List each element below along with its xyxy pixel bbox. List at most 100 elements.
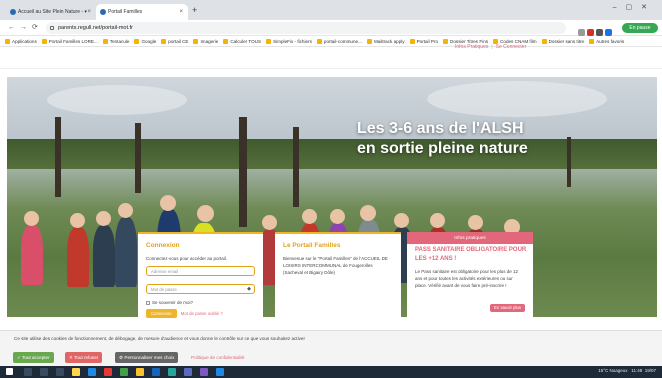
child-figure [93, 225, 115, 287]
bookmark-item[interactable]: Imagerie [193, 36, 218, 46]
browser-tab[interactable]: Accueil au Site Plein Nature - ▾ × [6, 4, 96, 20]
child-head [468, 215, 483, 230]
portail-desc: Bienvenue sur le "Portail Familles" de l… [283, 256, 388, 275]
windows-taskbar: 15°C Nuageux 11:48 19/07 [0, 366, 662, 378]
app-icon[interactable] [56, 368, 64, 376]
profile-pause-button[interactable]: En pause [622, 23, 658, 33]
app-icon[interactable] [88, 368, 96, 376]
lock-icon [50, 26, 54, 30]
child-head [262, 215, 277, 230]
clock-date: 19/07 [644, 368, 656, 373]
portail-card: Le Portail Familles Bienvenue sur le "Po… [275, 232, 401, 332]
start-icon[interactable] [6, 368, 13, 375]
app-icon[interactable] [104, 368, 112, 376]
app-icon[interactable] [200, 368, 208, 376]
accept-all-button[interactable]: ✓ Tout accepter [13, 352, 54, 363]
fence-post [567, 137, 571, 187]
close-tab-icon[interactable]: × [87, 4, 91, 20]
bookmark-item[interactable]: Portail Pro [410, 36, 438, 46]
child-figure [115, 217, 137, 287]
bookmark-item[interactable]: Calculer TOUS [223, 36, 261, 46]
cloud [427, 81, 607, 117]
web-page: Infos Pratiques | Se Connecter Les 3-6 a… [0, 44, 662, 378]
task-view-icon[interactable] [40, 368, 48, 376]
bookmark-item[interactable]: portail CE [161, 36, 188, 46]
search-icon[interactable] [24, 368, 32, 376]
child-head [118, 203, 133, 218]
chrome-icon[interactable] [136, 368, 144, 376]
hero-title: Les 3-6 ans de l'ALSH en sortie pleine n… [357, 119, 528, 159]
nav-buttons[interactable]: ←→⟳ [8, 23, 43, 31]
customize-button[interactable]: ⚙ Personnaliser mes choix [115, 352, 179, 363]
bookmark-item[interactable]: SimpleFix - fichiers [266, 36, 312, 46]
privacy-policy-link[interactable]: Politique de confidentialité [191, 355, 244, 360]
bookmark-item[interactable]: Mailtrack apply [367, 36, 405, 46]
remember-checkbox[interactable] [146, 301, 150, 305]
child-head [330, 209, 345, 224]
more-button[interactable]: En savoir plus [490, 304, 525, 312]
close-tab-icon[interactable]: × [179, 4, 183, 20]
connexion-title: Connexion [146, 242, 180, 249]
forgot-password-link[interactable]: Mot de passe oublié ? [181, 311, 223, 316]
child-figure [21, 225, 43, 285]
extension-icon[interactable] [596, 29, 603, 36]
password-field[interactable]: Mot de passe ◆ [146, 284, 255, 294]
top-links: Infos Pratiques | Se Connecter [455, 44, 526, 50]
app-icon[interactable] [216, 368, 224, 376]
refuse-all-button[interactable]: ✕ Tout refuser [65, 352, 103, 363]
window-controls[interactable]: –▢✕ [613, 3, 656, 11]
child-head [430, 213, 445, 228]
app-icon[interactable] [184, 368, 192, 376]
child-head [394, 213, 409, 228]
remember-me[interactable]: Se souvenir de moi? [146, 300, 255, 305]
child-head [24, 211, 39, 226]
site-favicon-icon [100, 9, 106, 15]
remember-label: Se souvenir de moi? [152, 300, 194, 305]
browser-tab-active[interactable]: Portail Familles × [96, 4, 188, 20]
app-icon[interactable] [120, 368, 128, 376]
bookmark-item[interactable]: Dossier sans titre [542, 36, 585, 46]
extension-icon[interactable] [587, 29, 594, 36]
address-bar[interactable]: parents.regull.net/portail-mot.fr [46, 22, 566, 34]
site-favicon-icon [10, 9, 16, 15]
login-button[interactable]: Connexion [146, 309, 177, 318]
browser-toolbar: ←→⟳ parents.regull.net/portail-mot.fr En… [0, 20, 662, 36]
infos-desc: Le Pass sanitaire est obligatoire pour l… [415, 269, 519, 288]
extension-icon[interactable] [605, 29, 612, 36]
email-field[interactable]: Adresse email [146, 266, 255, 276]
app-icon[interactable] [168, 368, 176, 376]
extension-icon[interactable] [578, 29, 585, 36]
bookmark-item[interactable]: Autres favoris [589, 36, 624, 46]
bookmark-item[interactable]: Applications [5, 36, 37, 46]
child-head [302, 209, 317, 224]
child-head [70, 213, 85, 228]
tab-title: Accueil au Site Plein Nature - ▾ [18, 9, 87, 15]
reveal-icon[interactable]: ◆ [247, 285, 251, 294]
extension-icons[interactable] [578, 23, 618, 36]
weather-text: 15°C Nuageux [598, 368, 628, 373]
bookmark-item[interactable]: Google [134, 36, 156, 46]
bookmark-item[interactable]: portail-commune... [317, 36, 362, 46]
fence-post [55, 117, 61, 197]
connexion-desc: Connectez-vous pour accéder au portail. [146, 256, 228, 261]
child-figure [67, 227, 89, 287]
cookie-text: Ce site utilise des cookies de fonctionn… [14, 336, 305, 341]
bookmark-item[interactable]: Tentacule [103, 36, 130, 46]
url-text: parents.regull.net/portail-mot.fr [58, 25, 133, 31]
infos-pratiques-link[interactable]: Infos Pratiques [455, 44, 488, 50]
file-explorer-icon[interactable] [72, 368, 80, 376]
app-icon[interactable] [152, 368, 160, 376]
portail-title: Le Portail Familles [283, 242, 341, 249]
system-tray[interactable]: 15°C Nuageux 11:48 19/07 [598, 368, 656, 373]
clock-time: 11:48 [631, 368, 643, 373]
adult-head [197, 205, 214, 222]
bookmarks-bar: Applications Portail Familles LORE... Tent… [0, 36, 662, 47]
login-row: Connexion Mot de passe oublié ? [146, 309, 255, 318]
separator: | [491, 44, 493, 50]
header-divider [0, 68, 662, 69]
bookmark-item[interactable]: Portail Familles LORE... [42, 36, 98, 46]
browser-tab-strip: Accueil au Site Plein Nature - ▾ × Porta… [0, 0, 662, 20]
fence-post [135, 123, 141, 193]
new-tab-button[interactable]: + [192, 5, 197, 15]
se-connecter-link[interactable]: Se Connecter [496, 44, 527, 50]
